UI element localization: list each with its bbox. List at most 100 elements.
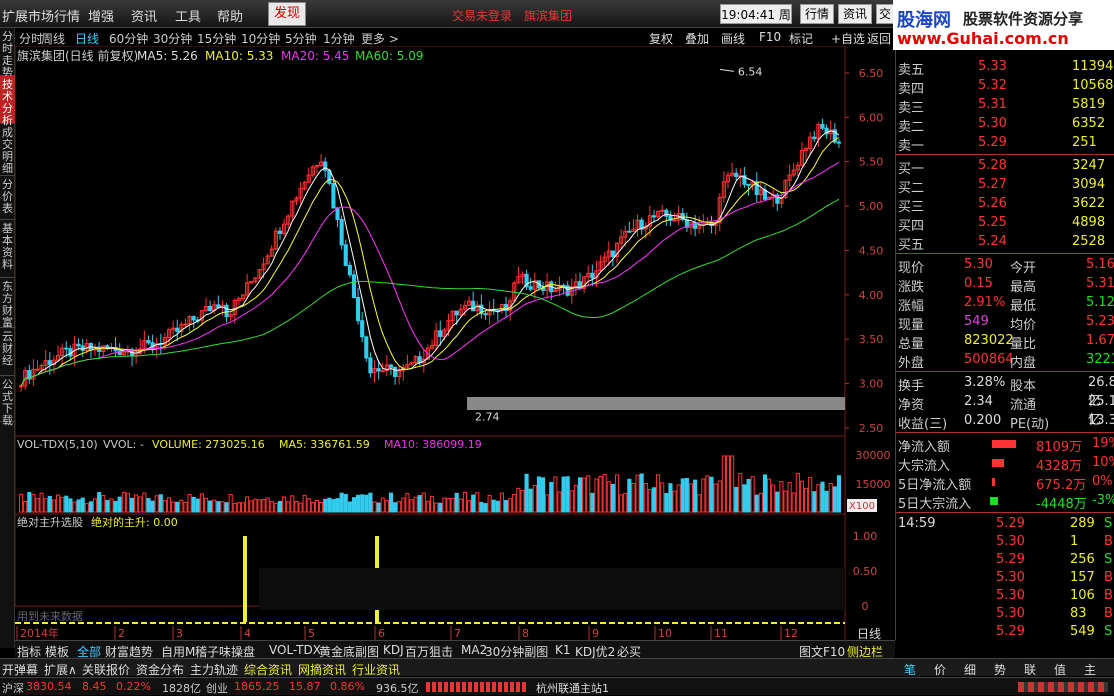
flow-pct: 0%: [1092, 474, 1113, 489]
side-tab-3[interactable]: 势: [994, 661, 1006, 678]
stat-value: 322158: [1086, 352, 1114, 367]
vol-unit: X100: [849, 501, 875, 512]
stat-label: 均价: [1010, 318, 1037, 333]
volume-bar: [425, 500, 431, 513]
tick-volume: 1: [1070, 534, 1079, 549]
side-tab-4[interactable]: 联: [1024, 661, 1036, 678]
left-tab-1[interactable]: 技术分析: [0, 76, 15, 127]
info-tab-4[interactable]: 主力轨迹: [190, 661, 238, 678]
vol-tick-label: 15000: [856, 478, 891, 491]
tool-button-4[interactable]: 标记: [789, 30, 813, 47]
price-tick-label: 4.00: [859, 289, 884, 302]
volume-bar: [631, 483, 636, 513]
period-2[interactable]: 日线: [75, 30, 99, 47]
discover-button[interactable]: 发现: [268, 2, 306, 26]
info-tab-5[interactable]: 综合资讯: [244, 661, 292, 678]
chart-header-ma5: MA5: 5.26: [137, 49, 198, 63]
indicator-tab-12[interactable]: K1: [555, 643, 571, 657]
left-tab-6[interactable]: 云财经: [0, 328, 15, 376]
volume-bar: [323, 498, 328, 513]
left-tab-3[interactable]: 分价表: [0, 176, 15, 220]
status-bar: 沪深 3830.54 8.45 0.22% 1828亿 创业 1865.25 1…: [0, 677, 1114, 695]
info-tab-7[interactable]: 行业资讯: [352, 661, 400, 678]
volume-bar: [171, 501, 176, 513]
volume-bar: [306, 498, 311, 513]
tool-button-0[interactable]: 复权: [649, 30, 673, 47]
side-tab-2[interactable]: 细: [964, 661, 976, 678]
trade-button[interactable]: 交: [876, 4, 894, 24]
tick-row: 5.30 1 B: [896, 533, 1114, 552]
period-4[interactable]: 30分钟: [153, 30, 192, 47]
period-8[interactable]: 1分钟: [323, 30, 355, 47]
kline-chart[interactable]: 6.50 6.00 5.50 5.00 4.50 4.00 3.50 3.00 2.50 旗滨集团…: [15, 46, 895, 640]
logo-slogan: 股票软件资源分享: [963, 10, 1084, 28]
tick-direction: B: [1104, 570, 1113, 585]
period-6[interactable]: 10分钟: [241, 30, 280, 47]
candle-body: [376, 368, 381, 372]
side-tab-6[interactable]: 主: [1084, 661, 1096, 678]
volume-bar: [314, 499, 320, 513]
period-5[interactable]: 15分钟: [197, 30, 236, 47]
info-tab-2[interactable]: 关联报价: [82, 661, 130, 678]
volume-bar: [664, 492, 669, 513]
flow-bar: [990, 497, 998, 505]
menu-enhance[interactable]: 增强: [88, 6, 114, 25]
left-tab-5[interactable]: 东方财富: [0, 278, 15, 329]
volume-bar: [812, 491, 817, 513]
bid-volume: 4898: [1072, 215, 1106, 230]
volume-bar: [368, 492, 373, 513]
stat-label: 内盘: [1010, 356, 1037, 371]
stat-row: 现量 549 均价 5.23: [896, 313, 1114, 333]
cy-index-value: 1865.25: [234, 680, 280, 693]
indicator-tab-8[interactable]: KDJ: [383, 643, 404, 657]
period-0[interactable]: 分时: [19, 30, 43, 47]
tick-price: 5.30: [996, 588, 1025, 603]
side-tab-0[interactable]: 笔: [904, 661, 916, 678]
indicator-tab-10[interactable]: MA2: [461, 643, 487, 657]
period-1[interactable]: 周线: [41, 30, 65, 47]
volume-bar: [409, 499, 414, 513]
tool-button-6[interactable]: 返回: [867, 30, 891, 47]
menu-help[interactable]: 帮助: [217, 6, 243, 25]
info-tab-6[interactable]: 网摘资讯: [298, 661, 346, 678]
volume-bar: [491, 499, 496, 513]
volume-bar: [97, 492, 102, 513]
stat-value: 2.34: [964, 394, 993, 409]
info-button[interactable]: 资讯: [838, 4, 872, 24]
info-tab-3[interactable]: 资金分布: [136, 661, 184, 678]
info-tab-0[interactable]: 开弹幕: [2, 661, 38, 678]
login-status-link[interactable]: 交易未登录: [452, 7, 512, 24]
left-tab-2[interactable]: 成交明细: [0, 124, 15, 176]
indicator-tab-6[interactable]: VOL-TDX: [269, 643, 321, 657]
menu-tools[interactable]: 工具: [175, 6, 201, 25]
period-9[interactable]: 更多 >: [361, 30, 399, 47]
stat-value: 5.31: [1086, 276, 1114, 291]
info-tab-1[interactable]: 扩展∧: [44, 661, 77, 678]
side-tab-5[interactable]: 值: [1054, 661, 1066, 678]
left-tab-7[interactable]: 公式下载: [0, 376, 15, 427]
volume-bar: [245, 496, 250, 513]
volume-bar: [466, 500, 472, 513]
quote-button[interactable]: 行情: [800, 4, 834, 24]
menu-extended-market[interactable]: 扩展市场行情: [2, 6, 80, 25]
period-7[interactable]: 5分钟: [285, 30, 317, 47]
cy-index-pct: 0.86%: [330, 680, 365, 693]
clock-time: 19:04:41: [721, 8, 776, 22]
sh-index-label: 沪深: [2, 682, 24, 695]
tick-volume: 289: [1070, 516, 1095, 531]
stat-value: 13.3: [1088, 413, 1114, 428]
period-3[interactable]: 60分钟: [109, 30, 148, 47]
tool-button-3[interactable]: F10: [759, 30, 781, 44]
tool-button-2[interactable]: 画线: [721, 30, 745, 47]
tick-row: 5.29 256 S: [896, 551, 1114, 570]
stock-name-link[interactable]: 旗滨集团: [524, 7, 572, 24]
tool-button-1[interactable]: 叠加: [685, 30, 709, 47]
menu-news[interactable]: 资讯: [131, 6, 157, 25]
side-tab-1[interactable]: 价: [934, 661, 946, 678]
left-tab-0[interactable]: 分时走势: [0, 28, 15, 79]
left-tab-4[interactable]: 基本资料: [0, 220, 15, 278]
volume-bar: [487, 494, 492, 513]
volume-bar: [627, 478, 632, 513]
volume-bar: [261, 498, 266, 513]
tool-button-5[interactable]: +自选: [831, 30, 865, 47]
